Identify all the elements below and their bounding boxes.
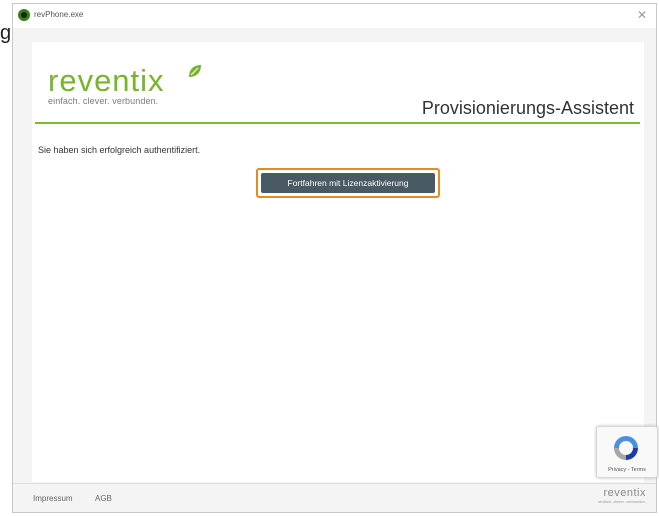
footer: Impressum AGB reventix einfach. clever. … [13, 483, 656, 512]
continue-license-activation-button[interactable]: Fortfahren mit Lizenzaktivierung [261, 173, 435, 193]
app-icon [18, 9, 30, 21]
continue-button-focus-ring: Fortfahren mit Lizenzaktivierung [256, 168, 440, 198]
reventix-logo: reventix einfach. clever. verbunden. [48, 63, 201, 106]
footer-logo: reventix einfach. clever. verbunden. [598, 487, 646, 504]
leaf-icon [189, 65, 201, 77]
logo-wordmark: reventix [48, 63, 165, 98]
main-content: reventix einfach. clever. verbunden. Pro… [32, 42, 644, 482]
page-title: Provisionierungs-Assistent [421, 98, 634, 118]
recaptcha-privacy-terms[interactable]: Privacy - Terms [597, 467, 657, 473]
header-divider [35, 122, 640, 124]
stray-text: g [0, 22, 12, 44]
agb-link[interactable]: AGB [95, 494, 112, 503]
impressum-link[interactable]: Impressum [33, 494, 73, 503]
recaptcha-icon [614, 436, 638, 460]
footer-logo-wordmark: reventix [603, 487, 646, 499]
footer-logo-tagline: einfach. clever. verbunden. [598, 499, 646, 504]
close-button[interactable]: ✕ [634, 7, 650, 23]
auth-success-message: Sie haben sich erfolgreich authentifizie… [38, 145, 201, 155]
logo-tagline: einfach. clever. verbunden. [48, 96, 159, 106]
window-title: revPhone.exe [34, 10, 84, 19]
app-window: revPhone.exe ✕ reventix einfach. clever.… [12, 3, 657, 513]
title-bar: revPhone.exe ✕ [13, 4, 656, 28]
recaptcha-badge[interactable]: Privacy - Terms [596, 426, 658, 478]
